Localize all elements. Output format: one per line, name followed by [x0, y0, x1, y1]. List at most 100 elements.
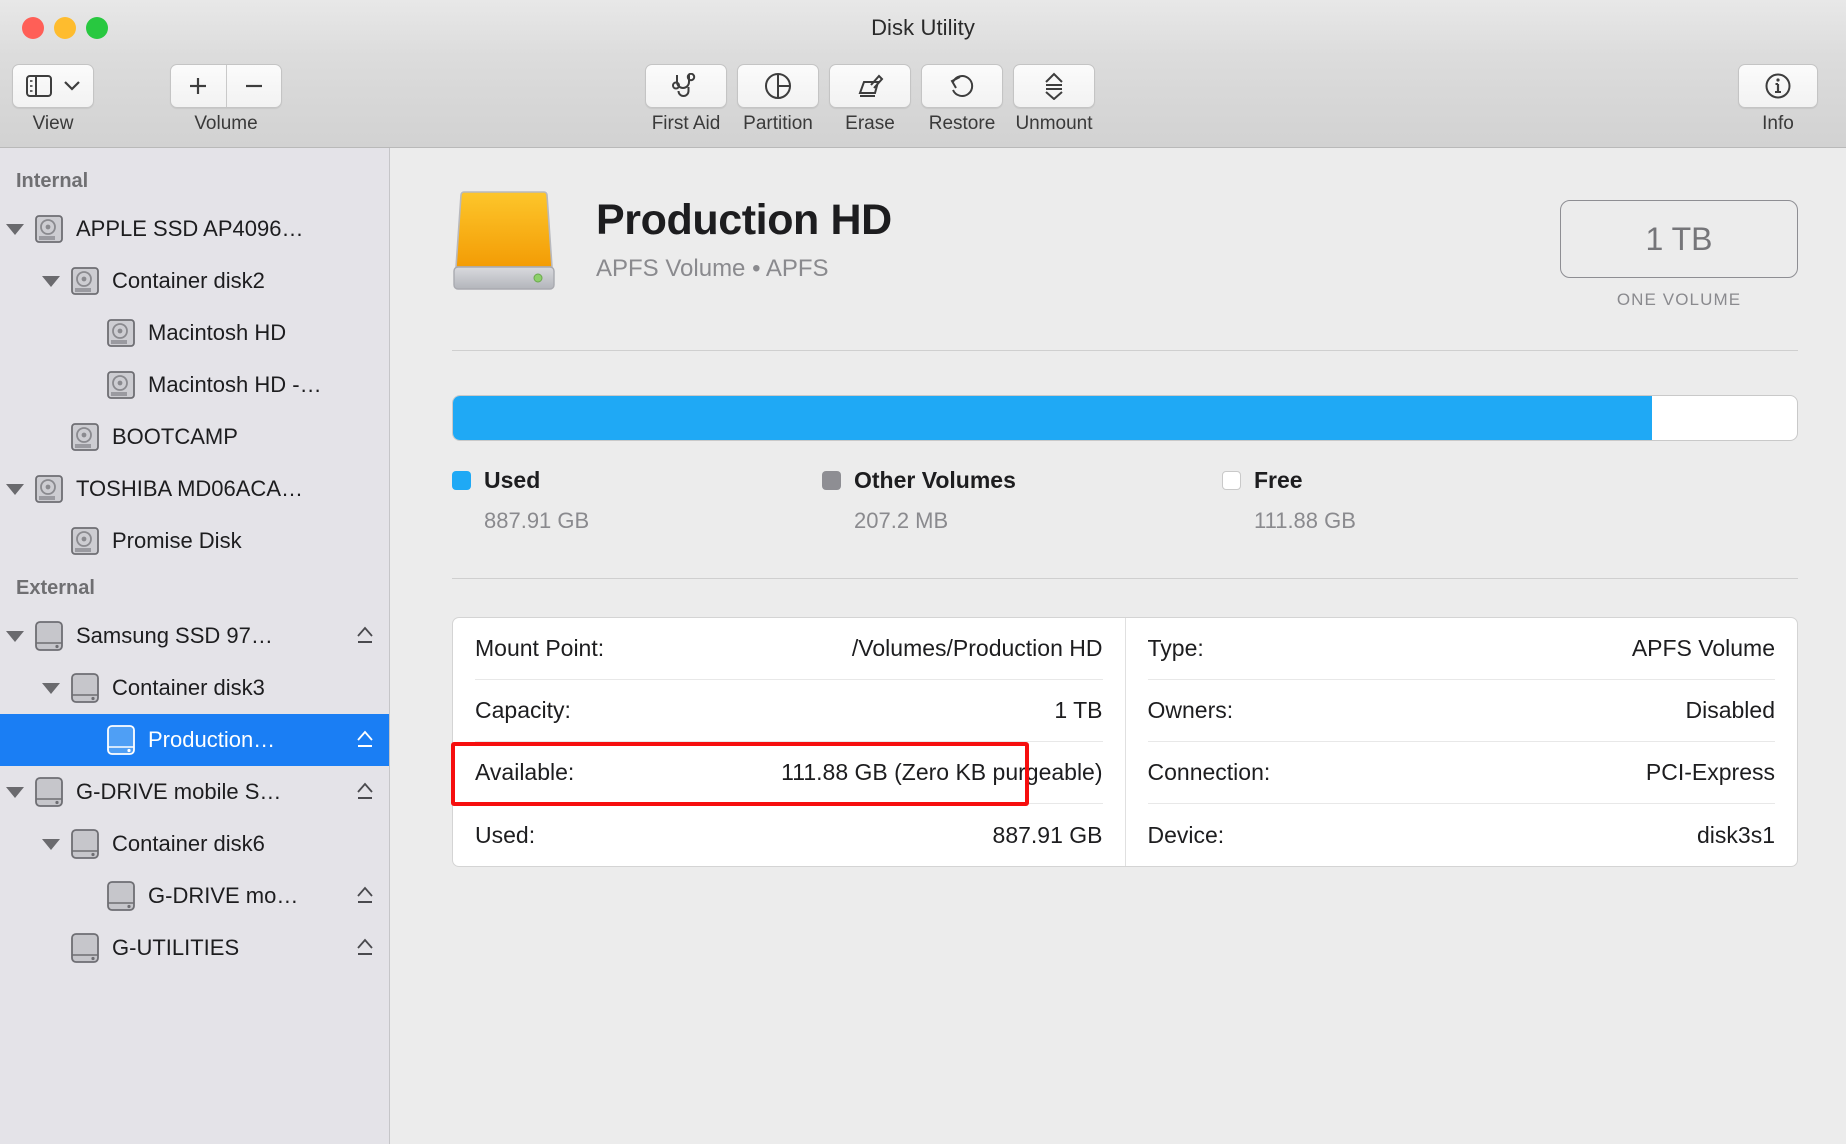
sidebar-item-macintosh-hd[interactable]: Macintosh HD — [0, 307, 389, 359]
sidebar-item-macintosh-hd[interactable]: Macintosh HD -… — [0, 359, 389, 411]
triangle-down-icon — [42, 275, 60, 287]
triangle-down-icon — [42, 838, 60, 850]
stethoscope-icon — [671, 73, 701, 99]
eject-icon[interactable] — [355, 885, 375, 907]
sidebar-item-label: Container disk2 — [112, 268, 265, 293]
first-aid-button[interactable] — [645, 64, 727, 108]
storage-bar-used-segment — [453, 396, 1652, 440]
detail-value: /Volumes/Production HD — [851, 635, 1103, 661]
volume-header: Production HD APFS Volume • APFS 1 TB ON… — [452, 178, 1798, 310]
sidebar-item-label: TOSHIBA MD06ACA… — [76, 476, 303, 501]
legend-entry-header: Used — [452, 467, 822, 494]
view-button[interactable] — [12, 64, 94, 108]
detail-value: PCI-Express — [1645, 759, 1775, 785]
internal-disk-icon — [102, 318, 140, 348]
sidebar-item-apple-ssd-ap4096[interactable]: APPLE SSD AP4096… — [0, 203, 389, 255]
sidebar-item-g-drive-mo[interactable]: G-DRIVE mo… — [0, 870, 389, 922]
sidebar-item-g-drive-mobile-s[interactable]: G-DRIVE mobile S… — [0, 766, 389, 818]
disclosure-triangle-icon[interactable] — [36, 682, 66, 694]
external-disk-icon — [102, 880, 140, 912]
info-button[interactable] — [1738, 64, 1818, 108]
eject-icon[interactable] — [355, 781, 375, 803]
volume-label: Volume — [194, 113, 258, 134]
external-disk-icon — [66, 672, 104, 704]
eject-icon[interactable] — [355, 625, 375, 647]
view-control-group: View — [12, 64, 94, 135]
sidebar-item-container-disk2[interactable]: Container disk2 — [0, 255, 389, 307]
detail-label: Mount Point: — [475, 635, 605, 661]
legend-swatch — [452, 471, 471, 490]
eject-icon[interactable] — [355, 937, 375, 959]
triangle-down-icon — [42, 682, 60, 694]
disclosure-triangle-icon[interactable] — [0, 223, 30, 235]
disclosure-triangle-icon[interactable] — [36, 838, 66, 850]
triangle-down-icon — [6, 483, 24, 495]
sidebar-section-header: External — [16, 577, 95, 599]
sidebar-item-container-disk3[interactable]: Container disk3 — [0, 662, 389, 714]
partition-button[interactable] — [737, 64, 819, 108]
view-label: View — [32, 113, 74, 134]
sidebar-item-samsung-ssd-97[interactable]: Samsung SSD 97… — [0, 610, 389, 662]
volume-name: Production HD — [596, 196, 892, 244]
detail-label: Connection: — [1147, 759, 1271, 785]
detail-label: Capacity: — [475, 697, 571, 723]
detail-label: Used: — [475, 821, 536, 848]
add-volume-button[interactable] — [171, 65, 226, 107]
header-divider — [452, 350, 1798, 351]
partition-label: Partition — [743, 113, 813, 134]
eject-icon[interactable] — [355, 729, 375, 751]
sidebar-item-container-disk6[interactable]: Container disk6 — [0, 818, 389, 870]
sidebar-item-label: G-DRIVE mo… — [148, 883, 299, 908]
sidebar-item-toshiba-md06aca[interactable]: TOSHIBA MD06ACA… — [0, 463, 389, 515]
details-column-right: Type: APFS Volume Owners: Disabled Connectio… — [1126, 618, 1798, 866]
sidebar: Internal APPLE SSD AP4096… Container disk2… — [0, 148, 390, 1144]
disclosure-triangle-icon[interactable] — [0, 630, 30, 642]
sidebar-item-g-utilities[interactable]: G-UTILITIES — [0, 922, 389, 974]
sidebar-item-label: BOOTCAMP — [112, 424, 238, 449]
internal-disk-icon — [66, 526, 104, 556]
legend-label: Free — [1254, 467, 1303, 493]
info-circle-icon — [1764, 72, 1792, 100]
detail-label: Type: — [1147, 635, 1204, 661]
storage-section: Used 887.91 GB Other Volumes 207.2 MB Free 11… — [452, 395, 1798, 534]
disclosure-triangle-icon[interactable] — [0, 483, 30, 495]
sidebar-item-production[interactable]: Production… — [0, 714, 389, 766]
legend-entry-header: Other Volumes — [822, 467, 1222, 494]
external-disk-icon — [102, 724, 140, 756]
detail-row: Used: 887.91 GB — [475, 804, 1103, 866]
volume-disk-icon — [452, 186, 556, 294]
partition-group: Partition — [737, 64, 819, 135]
sidebar-item-label: Macintosh HD — [148, 320, 287, 345]
volume-segmented-control — [170, 64, 282, 108]
volume-subtitle: APFS Volume • APFS — [596, 255, 829, 282]
eject-icon — [1042, 72, 1066, 100]
disclosure-triangle-icon[interactable] — [36, 275, 66, 287]
triangle-down-icon — [6, 630, 24, 642]
unmount-group: Unmount — [1013, 64, 1095, 135]
internal-disk-icon — [30, 214, 68, 244]
legend-label: Other Volumes — [854, 467, 1016, 493]
chevron-down-icon — [64, 81, 80, 91]
detail-value: disk3s1 — [1697, 821, 1775, 848]
sidebar-item-bootcamp[interactable]: BOOTCAMP — [0, 411, 389, 463]
erase-button[interactable] — [829, 64, 911, 108]
pie-chart-icon — [764, 72, 792, 100]
detail-row: Type: APFS Volume — [1147, 618, 1775, 680]
storage-bar — [452, 395, 1798, 441]
internal-disk-icon — [66, 422, 104, 452]
detail-value: Disabled — [1685, 697, 1776, 723]
sidebar-item-promise-disk[interactable]: Promise Disk — [0, 515, 389, 567]
detail-label: Available: — [475, 759, 575, 785]
capacity-caption: ONE VOLUME — [1616, 290, 1742, 309]
unmount-button[interactable] — [1013, 64, 1095, 108]
title-bar: Disk Utility — [0, 0, 1846, 56]
disclosure-triangle-icon[interactable] — [0, 786, 30, 798]
erase-group: Erase — [829, 64, 911, 135]
legend-entry: Free 111.88 GB — [1222, 467, 1356, 534]
legend-value: 207.2 MB — [854, 508, 949, 533]
triangle-down-icon — [6, 786, 24, 798]
restore-button[interactable] — [921, 64, 1003, 108]
remove-volume-button[interactable] — [225, 65, 282, 107]
sidebar-item-label: Macintosh HD -… — [148, 372, 322, 397]
erase-label: Erase — [845, 113, 895, 134]
